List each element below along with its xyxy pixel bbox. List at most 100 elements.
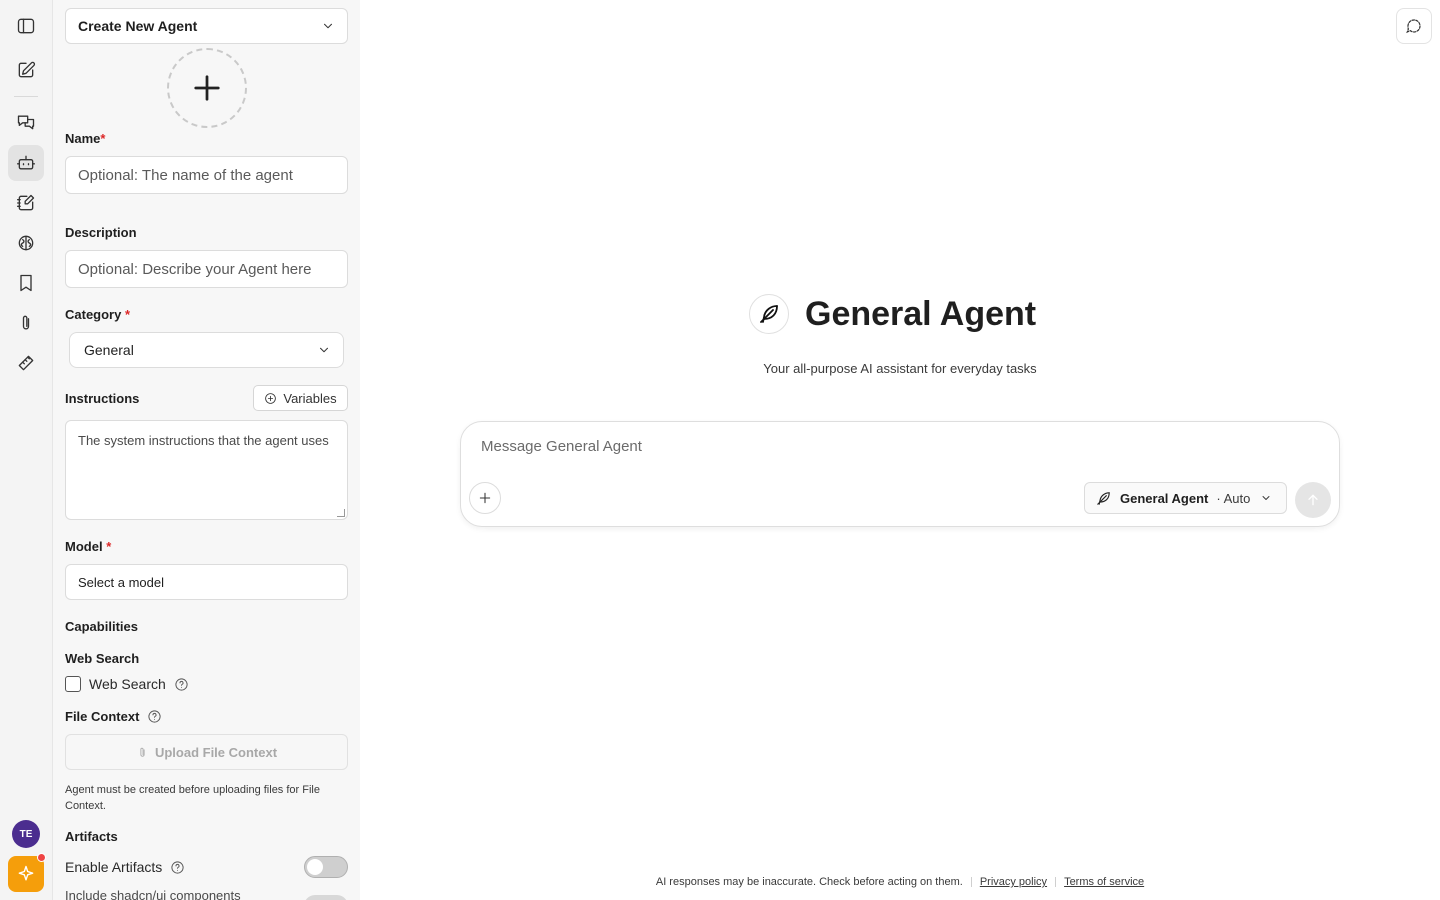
description-input[interactable]: Optional: Describe your Agent here xyxy=(65,250,348,288)
chevron-down-icon xyxy=(319,347,329,353)
agent-subtitle: Your all-purpose AI assistant for everyd… xyxy=(763,361,1037,376)
category-label-text: Category xyxy=(65,307,122,322)
bookmark-icon xyxy=(20,274,32,292)
chevron-down-icon xyxy=(1262,496,1270,500)
whats-new-button[interactable] xyxy=(8,853,46,892)
icon-rail: TE xyxy=(0,0,53,900)
required-marker: * xyxy=(106,539,112,554)
selected-mode: · Auto xyxy=(1216,490,1251,506)
help-circle-icon[interactable] xyxy=(170,860,185,875)
enable-artifacts-toggle[interactable] xyxy=(304,856,348,878)
bookmarks-button[interactable] xyxy=(8,265,44,301)
help-circle-icon[interactable] xyxy=(147,709,162,724)
instructions-textarea[interactable]: The system instructions that the agent u… xyxy=(65,420,348,520)
file-context-label-text: File Context xyxy=(65,709,140,724)
agent-select[interactable]: Create New Agent xyxy=(65,8,348,44)
agent-icon xyxy=(749,294,789,334)
name-placeholder: Optional: The name of the agent xyxy=(78,166,293,184)
sidebar-panel-icon xyxy=(17,18,35,34)
privacy-policy-link[interactable]: Privacy policy xyxy=(980,876,1047,888)
shadcn-toggle[interactable] xyxy=(304,895,348,900)
name-label-text: Name xyxy=(65,131,101,146)
footer-separator xyxy=(970,877,972,887)
upload-file-context-label: Upload File Context xyxy=(154,744,278,760)
agent-select-label: Create New Agent xyxy=(78,18,198,34)
web-search-heading: Web Search xyxy=(65,651,140,666)
message-composer: Message General Agent General Agent · Au… xyxy=(460,421,1340,527)
agent-model-selector[interactable]: General Agent · Auto xyxy=(1084,482,1287,514)
arrow-up-icon xyxy=(1308,494,1318,506)
agent-title: General Agent xyxy=(805,294,1037,333)
shadcn-label: Include shadcn/ui components xyxy=(65,888,241,900)
variables-button[interactable]: Variables xyxy=(253,385,348,411)
agent-builder-panel: Create New Agent Name* Optional: The nam… xyxy=(53,0,360,900)
category-value: General xyxy=(84,342,134,358)
web-search-row: Web Search xyxy=(65,676,189,692)
brain-icon xyxy=(18,235,34,251)
paperclip-icon xyxy=(22,315,30,330)
description-placeholder: Optional: Describe your Agent here xyxy=(78,260,312,278)
web-search-checkbox-label: Web Search xyxy=(89,676,166,692)
dashed-message-icon xyxy=(1406,19,1421,34)
chevron-down-icon xyxy=(323,23,333,29)
upload-file-context-button[interactable]: Upload File Context xyxy=(65,734,348,770)
web-search-checkbox[interactable] xyxy=(65,676,81,692)
new-chat-button[interactable] xyxy=(8,52,44,88)
bot-icon xyxy=(17,155,35,170)
model-placeholder: Select a model xyxy=(78,574,164,590)
ruler-icon xyxy=(18,355,34,371)
name-input[interactable]: Optional: The name of the agent xyxy=(65,156,348,194)
help-circle-icon[interactable] xyxy=(174,677,189,692)
model-label-text: Model xyxy=(65,539,103,554)
file-context-label: File Context xyxy=(65,709,162,724)
agent-avatar-upload[interactable] xyxy=(167,48,247,128)
plus-circle-icon xyxy=(265,392,277,404)
agents-button[interactable] xyxy=(8,145,44,181)
instructions-label: Instructions xyxy=(65,391,140,406)
variables-label: Variables xyxy=(283,390,337,406)
selected-agent-name: General Agent xyxy=(1120,490,1209,506)
rail-divider xyxy=(14,96,38,97)
memories-button[interactable] xyxy=(8,225,44,261)
instructions-placeholder: The system instructions that the agent u… xyxy=(78,433,329,448)
enable-artifacts-label: Enable Artifacts xyxy=(65,859,163,875)
user-avatar[interactable]: TE xyxy=(12,820,40,848)
toggle-sidebar-button[interactable] xyxy=(8,8,44,44)
prompts-button[interactable] xyxy=(8,185,44,221)
required-marker: * xyxy=(100,131,106,146)
capabilities-label: Capabilities xyxy=(65,619,138,634)
sparkles-icon xyxy=(18,865,34,881)
edit-square-icon xyxy=(18,61,36,78)
enable-artifacts-row: Enable Artifacts xyxy=(65,856,348,878)
resize-handle[interactable] xyxy=(337,509,345,517)
attachments-button[interactable] xyxy=(8,305,44,341)
feather-icon xyxy=(1097,491,1110,505)
file-context-note: Agent must be created before uploading f… xyxy=(65,784,320,812)
footer-separator xyxy=(1055,877,1057,887)
message-input[interactable]: Message General Agent xyxy=(481,438,642,455)
notification-dot xyxy=(37,853,46,862)
agent-hero: General Agent xyxy=(749,294,1036,334)
temporary-chat-button[interactable] xyxy=(1396,8,1432,44)
plus-icon xyxy=(194,75,220,101)
category-select[interactable]: General xyxy=(69,332,344,368)
artifacts-label: Artifacts xyxy=(65,829,118,844)
send-button[interactable] xyxy=(1295,482,1331,518)
toggle-knob xyxy=(307,859,323,875)
messages-icon xyxy=(17,115,35,130)
footer: AI responses may be inaccurate. Check be… xyxy=(360,876,1440,888)
plus-icon xyxy=(479,492,491,504)
terms-of-service-link[interactable]: Terms of service xyxy=(1064,876,1144,888)
shadcn-row: Include shadcn/ui components xyxy=(65,888,348,900)
plugins-button[interactable] xyxy=(8,345,44,381)
disclaimer-text: AI responses may be inaccurate. Check be… xyxy=(655,876,963,888)
model-select[interactable]: Select a model xyxy=(65,564,348,600)
required-marker: * xyxy=(124,307,131,322)
feather-icon xyxy=(760,305,778,323)
notebook-pen-icon xyxy=(17,194,35,211)
paperclip-icon xyxy=(140,747,145,757)
attach-button[interactable] xyxy=(469,482,501,514)
category-label: Category * xyxy=(65,307,130,322)
chats-button[interactable] xyxy=(8,104,44,140)
name-label: Name* xyxy=(65,131,105,146)
